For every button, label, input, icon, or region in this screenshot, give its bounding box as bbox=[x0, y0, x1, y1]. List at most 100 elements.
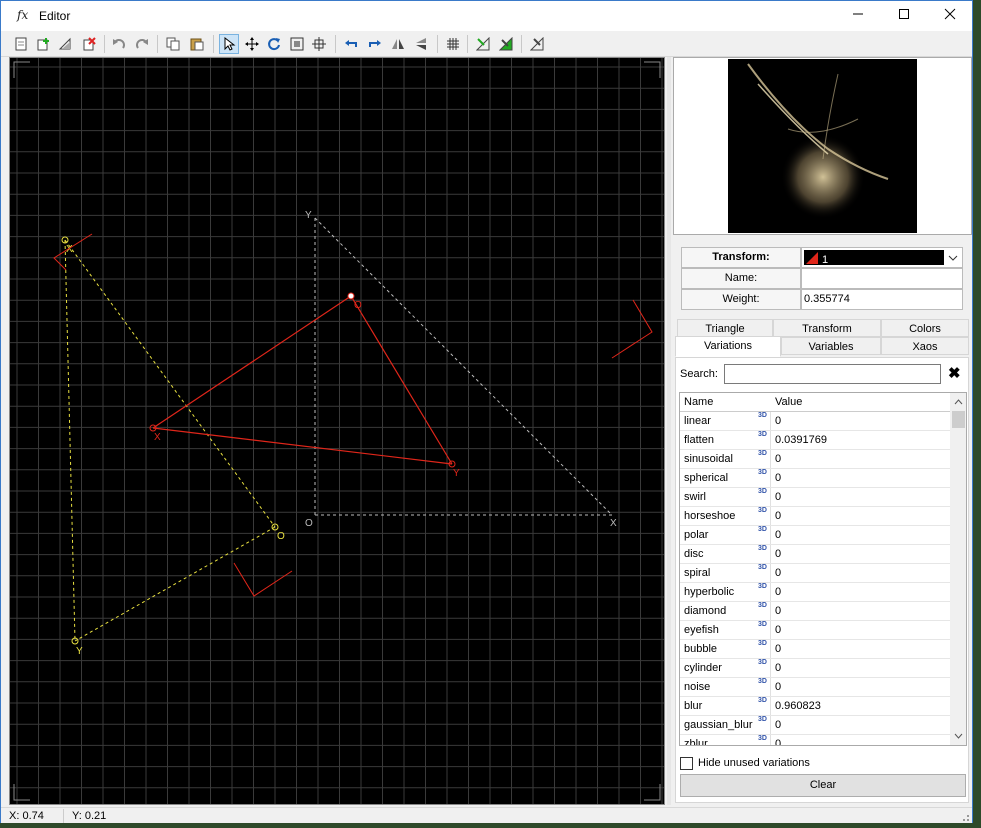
name-input[interactable] bbox=[801, 268, 963, 289]
variation-value[interactable]: 0 bbox=[775, 681, 781, 693]
clear-button[interactable]: Clear bbox=[680, 774, 966, 797]
variation-row[interactable]: cylinder 3D 0 bbox=[680, 659, 950, 678]
variation-row[interactable]: diamond 3D 0 bbox=[680, 602, 950, 621]
variation-row[interactable]: spherical 3D 0 bbox=[680, 469, 950, 488]
variation-value[interactable]: 0 bbox=[775, 491, 781, 503]
variation-row[interactable]: sinusoidal 3D 0 bbox=[680, 450, 950, 469]
paste-button[interactable] bbox=[187, 34, 207, 54]
clear-search-button[interactable]: ✖ bbox=[948, 364, 961, 382]
transform-canvas[interactable]: Y O X X O Y O X Y bbox=[9, 57, 665, 805]
variation-row[interactable]: spiral 3D 0 bbox=[680, 564, 950, 583]
new-icon bbox=[15, 37, 27, 51]
variation-row[interactable]: linear 3D 0 bbox=[680, 412, 950, 431]
duplicate-button[interactable] bbox=[55, 34, 75, 54]
variation-name: horseshoe bbox=[684, 510, 736, 522]
scale-icon bbox=[290, 37, 304, 51]
col-value-header[interactable]: Value bbox=[775, 396, 802, 408]
variation-value[interactable]: 0 bbox=[775, 738, 781, 745]
delete-button[interactable] bbox=[79, 34, 99, 54]
variation-row[interactable]: swirl 3D 0 bbox=[680, 488, 950, 507]
variation-value[interactable]: 0 bbox=[775, 548, 781, 560]
variation-row[interactable]: zblur 3D 0 bbox=[680, 735, 950, 745]
scroll-thumb[interactable] bbox=[952, 411, 965, 428]
redo-button[interactable] bbox=[132, 34, 152, 54]
duplicate-icon bbox=[58, 37, 71, 50]
variation-value[interactable]: 0.960823 bbox=[775, 700, 821, 712]
copy-button[interactable] bbox=[163, 34, 183, 54]
panel-splitter[interactable] bbox=[667, 57, 671, 805]
tab-colors[interactable]: Colors bbox=[881, 319, 969, 337]
minimize-icon bbox=[853, 13, 863, 15]
flip-v-button[interactable] bbox=[411, 34, 431, 54]
flip-left-icon bbox=[345, 40, 357, 47]
hide-unused-checkbox[interactable] bbox=[680, 757, 693, 770]
variation-value[interactable]: 0 bbox=[775, 567, 781, 579]
variation-row[interactable]: eyefish 3D 0 bbox=[680, 621, 950, 640]
transform-select[interactable]: 1 bbox=[801, 247, 963, 268]
variation-value[interactable]: 0 bbox=[775, 529, 781, 541]
scale-tool[interactable] bbox=[287, 34, 307, 54]
tab-variations[interactable]: Variations bbox=[675, 336, 781, 357]
variation-value[interactable]: 0.0391769 bbox=[775, 434, 827, 446]
reset-button[interactable] bbox=[527, 34, 547, 54]
active-x-label: X bbox=[154, 432, 161, 443]
move-tool[interactable] bbox=[242, 34, 262, 54]
variation-row[interactable]: disc 3D 0 bbox=[680, 545, 950, 564]
variation-value[interactable]: 0 bbox=[775, 624, 781, 636]
editor-tabs: Triangle Transform Colors Variations Var… bbox=[675, 319, 969, 359]
zoom-fit-button[interactable] bbox=[309, 34, 329, 54]
variation-name: sinusoidal bbox=[684, 453, 733, 465]
3d-badge: 3D bbox=[758, 716, 767, 723]
weight-input[interactable]: 0.355774 bbox=[801, 289, 963, 310]
undo-button[interactable] bbox=[109, 34, 129, 54]
flip-h-button[interactable] bbox=[388, 34, 408, 54]
variation-value[interactable]: 0 bbox=[775, 453, 781, 465]
select-tool[interactable] bbox=[219, 34, 239, 54]
hide-unused-label[interactable]: Hide unused variations bbox=[698, 757, 810, 769]
variation-value[interactable]: 0 bbox=[775, 415, 781, 427]
tab-variables[interactable]: Variables bbox=[781, 337, 881, 355]
variation-value[interactable]: 0 bbox=[775, 605, 781, 617]
variation-row[interactable]: gaussian_blur 3D 0 bbox=[680, 716, 950, 735]
variation-row[interactable]: noise 3D 0 bbox=[680, 678, 950, 697]
flip-right-button[interactable] bbox=[365, 34, 385, 54]
search-input[interactable] bbox=[724, 364, 941, 384]
inactive-o-label: O bbox=[277, 531, 285, 542]
col-name-header[interactable]: Name bbox=[684, 396, 713, 408]
status-x: X: 0.74 bbox=[9, 810, 44, 822]
paste-icon bbox=[190, 38, 204, 51]
post-transform-button[interactable] bbox=[473, 34, 493, 54]
close-button[interactable] bbox=[927, 1, 973, 31]
tab-xaos[interactable]: Xaos bbox=[881, 337, 969, 355]
pivot-button[interactable] bbox=[496, 34, 516, 54]
resize-grip-icon bbox=[963, 815, 969, 821]
variation-value[interactable]: 0 bbox=[775, 719, 781, 731]
minimize-button[interactable] bbox=[835, 1, 881, 31]
variation-value[interactable]: 0 bbox=[775, 510, 781, 522]
grid-scrollbar[interactable] bbox=[950, 393, 966, 745]
tab-transform[interactable]: Transform bbox=[773, 319, 881, 337]
variation-row[interactable]: bubble 3D 0 bbox=[680, 640, 950, 659]
active-o-handle[interactable] bbox=[347, 292, 355, 300]
triangle-swatch-icon bbox=[806, 252, 818, 264]
rotate-tool[interactable] bbox=[264, 34, 284, 54]
variation-row[interactable]: polar 3D 0 bbox=[680, 526, 950, 545]
flip-v-icon bbox=[416, 38, 426, 50]
editor-canvas-svg[interactable]: Y O X X O Y O X Y bbox=[10, 58, 664, 804]
tab-triangle[interactable]: Triangle bbox=[677, 319, 773, 337]
variation-value[interactable]: 0 bbox=[775, 643, 781, 655]
variation-row[interactable]: hyperbolic 3D 0 bbox=[680, 583, 950, 602]
title-bar[interactable]: fx Editor bbox=[1, 1, 972, 31]
maximize-button[interactable] bbox=[881, 1, 927, 31]
variation-row[interactable]: flatten 3D 0.0391769 bbox=[680, 431, 950, 450]
3d-badge: 3D bbox=[758, 735, 767, 742]
grid-button[interactable] bbox=[443, 34, 463, 54]
flip-left-button[interactable] bbox=[341, 34, 361, 54]
variation-value[interactable]: 0 bbox=[775, 586, 781, 598]
variation-value[interactable]: 0 bbox=[775, 662, 781, 674]
add-button[interactable] bbox=[33, 34, 53, 54]
variation-row[interactable]: horseshoe 3D 0 bbox=[680, 507, 950, 526]
variation-row[interactable]: blur 3D 0.960823 bbox=[680, 697, 950, 716]
new-button[interactable] bbox=[11, 34, 31, 54]
variation-value[interactable]: 0 bbox=[775, 472, 781, 484]
